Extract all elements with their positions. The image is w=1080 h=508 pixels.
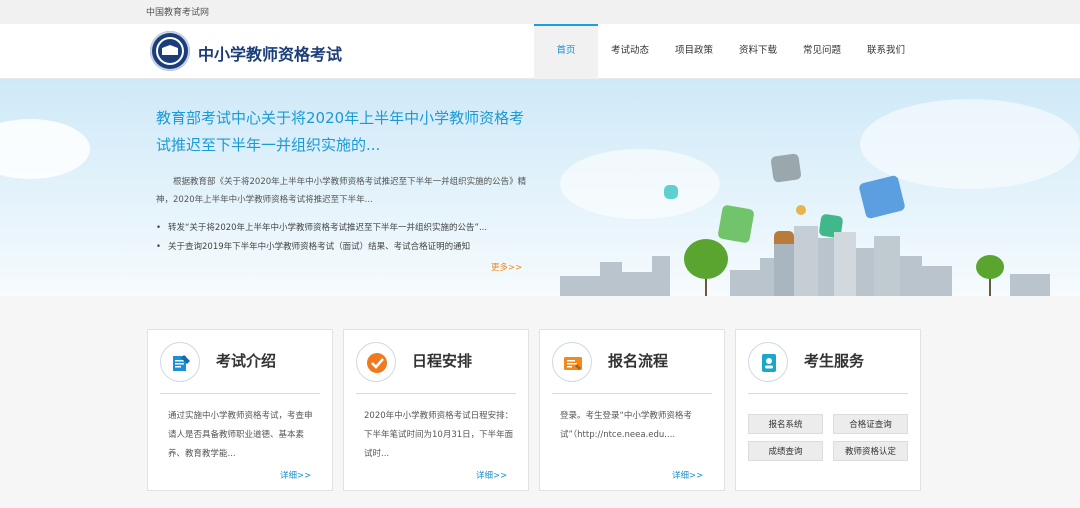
top-bar: 中国教育考试网 <box>0 0 1080 25</box>
card-divider <box>356 393 516 394</box>
card-description: 通过实施中小学教师资格考试，考查申请人是否具备教师职业道德、基本素养、教育教学能… <box>168 411 313 459</box>
cloud-decoration <box>0 119 90 179</box>
nav-item-exam-news[interactable]: 考试动态 <box>598 24 662 78</box>
floating-box-decoration <box>717 204 755 244</box>
skyline-decoration <box>874 236 900 296</box>
tree-decoration <box>976 255 1004 279</box>
card-registration-process: 报名流程 登录。考生登录“中小学教师资格考试”（http://ntce.neea… <box>539 329 725 491</box>
nav-item-downloads[interactable]: 资料下载 <box>726 24 790 78</box>
card-title[interactable]: 考生服务 <box>804 350 864 371</box>
hero-summary: 根据教育部《关于将2020年上半年中小学教师资格考试推迟至下半年一并组织实施的公… <box>156 177 527 205</box>
floating-box-decoration <box>858 174 906 220</box>
pencil-document-icon <box>160 342 200 382</box>
skyline-decoration <box>900 256 922 296</box>
org-name: 中国教育考试网 <box>146 8 210 18</box>
card-candidate-services: 考生服务 报名系统 合格证查询 成绩查询 教师资格认定 <box>735 329 921 491</box>
card-description: 2020年中小学教师资格考试日程安排：下半年笔试时间为10月31日，下半年面试时… <box>364 411 514 459</box>
card-title[interactable]: 考试介绍 <box>216 350 276 371</box>
skyline-decoration <box>760 258 774 296</box>
floating-box-decoration <box>770 153 802 183</box>
skyline-decoration <box>652 256 670 296</box>
more-news-link[interactable]: 更多>> <box>491 261 522 273</box>
card-exam-intro: 考试介绍 通过实施中小学教师资格考试，考查申请人是否具备教师职业道德、基本素养、… <box>147 329 333 491</box>
card-divider <box>748 393 908 394</box>
service-certificate-query-button[interactable]: 合格证查询 <box>833 414 908 434</box>
skyline-decoration <box>730 270 760 296</box>
site-header: 中小学教师资格考试 首页 考试动态 项目政策 资料下载 常见问题 联系我们 <box>0 24 1080 80</box>
card-title[interactable]: 日程安排 <box>412 350 472 371</box>
checkmark-icon <box>356 342 396 382</box>
skyline-decoration <box>560 276 600 296</box>
floating-box-decoration <box>796 205 806 215</box>
skyline-decoration <box>834 232 856 296</box>
skyline-decoration <box>1010 274 1050 296</box>
registration-form-icon <box>552 342 592 382</box>
service-registration-system-button[interactable]: 报名系统 <box>748 414 823 434</box>
card-schedule: 日程安排 2020年中小学教师资格考试日程安排：下半年笔试时间为10月31日，下… <box>343 329 529 491</box>
tree-decoration <box>684 239 728 279</box>
skyline-decoration <box>922 266 952 296</box>
main-nav: 首页 考试动态 项目政策 资料下载 常见问题 联系我们 <box>534 24 918 80</box>
news-item[interactable]: 转发“关于将2020年上半年中小学教师资格考试推迟至下半年一并组织实施的公告”.… <box>156 219 536 238</box>
card-divider <box>552 393 712 394</box>
site-title[interactable]: 中小学教师资格考试 <box>198 41 342 65</box>
card-more-link[interactable]: 详细>> <box>280 469 311 481</box>
skyline-decoration <box>600 262 622 296</box>
hero-headline[interactable]: 教育部考试中心关于将2020年上半年中小学教师资格考试推迟至下半年一并组织实施的… <box>156 105 536 159</box>
service-teacher-certification-button[interactable]: 教师资格认定 <box>833 441 908 461</box>
skyline-decoration <box>774 244 794 296</box>
feature-cards-section: 考试介绍 通过实施中小学教师资格考试，考查申请人是否具备教师职业道德、基本素养、… <box>0 296 1080 508</box>
card-description: 登录。考生登录“中小学教师资格考试”（http://ntce.neea.edu.… <box>560 411 692 440</box>
skyline-decoration <box>794 226 818 296</box>
service-score-query-button[interactable]: 成绩查询 <box>748 441 823 461</box>
card-more-link[interactable]: 详细>> <box>476 469 507 481</box>
news-item[interactable]: 关于查询2019年下半年中小学教师资格考试（面试）结果、考试合格证明的通知 <box>156 238 536 257</box>
card-divider <box>160 393 320 394</box>
skyline-decoration <box>818 238 834 296</box>
card-more-link[interactable]: 详细>> <box>672 469 703 481</box>
floating-box-decoration <box>664 185 678 199</box>
nav-item-contact[interactable]: 联系我们 <box>854 24 918 78</box>
skyline-decoration <box>856 248 874 296</box>
hero-news-list: 转发“关于将2020年上半年中小学教师资格考试推迟至下半年一并组织实施的公告”.… <box>156 219 536 257</box>
nav-item-faq[interactable]: 常见问题 <box>790 24 854 78</box>
nav-item-home[interactable]: 首页 <box>534 24 598 80</box>
cloud-decoration <box>560 149 720 219</box>
skyline-decoration <box>622 272 652 296</box>
hero-banner: 教育部考试中心关于将2020年上半年中小学教师资格考试推迟至下半年一并组织实施的… <box>0 79 1080 296</box>
nav-item-policy[interactable]: 项目政策 <box>662 24 726 78</box>
site-logo-icon[interactable] <box>150 31 190 71</box>
id-card-icon <box>748 342 788 382</box>
card-title[interactable]: 报名流程 <box>608 350 668 371</box>
